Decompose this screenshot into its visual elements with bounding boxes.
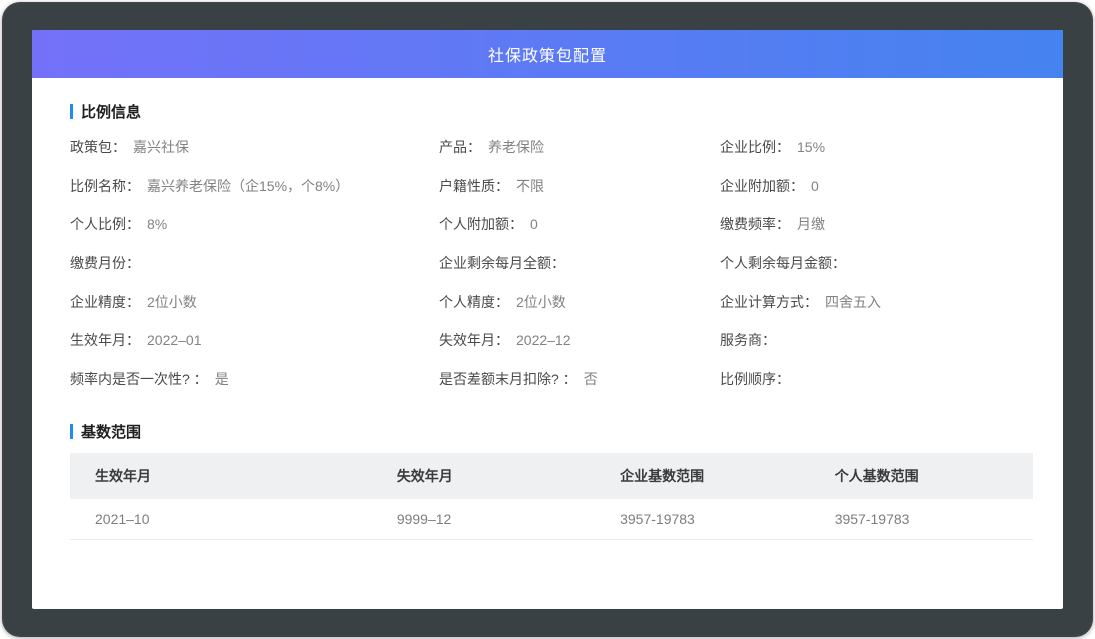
field-value: 2位小数 bbox=[147, 294, 197, 310]
field-label: 政策包： bbox=[70, 139, 126, 155]
dialog-content: 比例信息 政策包： 嘉兴社保 产品： 养老保险 企业比例： 15% 比例名称： 嘉兴养老… bbox=[32, 100, 1063, 540]
field-value: 0 bbox=[530, 216, 538, 232]
field-label: 频率内是否一次性? ： bbox=[70, 371, 208, 387]
field-value: 月缴 bbox=[797, 216, 825, 232]
cell-personal-base-range: 3957-19783 bbox=[810, 499, 1033, 540]
field-value: 否 bbox=[584, 371, 598, 387]
table-header-row: 生效年月 失效年月 企业基数范围 个人基数范围 bbox=[70, 453, 1033, 499]
field-label: 缴费月份： bbox=[70, 255, 140, 271]
cell-expiry-month: 9999–12 bbox=[372, 499, 595, 540]
section-accent-bar bbox=[70, 424, 73, 439]
field-label: 企业精度： bbox=[70, 294, 140, 310]
column-header-personal-base-range: 个人基数范围 bbox=[810, 453, 1033, 499]
field-company-surcharge: 企业附加额： 0 bbox=[720, 176, 1033, 196]
field-ratio-name: 比例名称： 嘉兴养老保险（企15%，个8%） bbox=[70, 176, 439, 196]
dialog-header: 社保政策包配置 bbox=[32, 30, 1063, 78]
field-value: 不限 bbox=[516, 178, 544, 194]
field-label: 失效年月： bbox=[439, 332, 509, 348]
ratio-info-form: 政策包： 嘉兴社保 产品： 养老保险 企业比例： 15% 比例名称： 嘉兴养老保险（企1… bbox=[70, 128, 1033, 398]
field-label: 个人精度： bbox=[439, 294, 509, 310]
field-product: 产品： 养老保险 bbox=[439, 137, 720, 157]
field-value: 2022–12 bbox=[516, 332, 571, 348]
field-deduct-diff-last-month: 是否差额末月扣除? ： 否 bbox=[439, 369, 720, 389]
field-service-provider: 服务商： bbox=[720, 330, 1033, 350]
field-value: 15% bbox=[797, 139, 825, 155]
field-payment-frequency: 缴费频率： 月缴 bbox=[720, 214, 1033, 234]
field-value: 嘉兴社保 bbox=[133, 139, 189, 155]
field-expiry-month: 失效年月： 2022–12 bbox=[439, 330, 720, 350]
field-value: 8% bbox=[147, 216, 167, 232]
field-value: 是 bbox=[215, 371, 229, 387]
field-label: 个人剩余每月金额： bbox=[720, 255, 846, 271]
section-accent-bar bbox=[70, 104, 73, 119]
base-range-table: 生效年月 失效年月 企业基数范围 个人基数范围 2021–10 9999–12 … bbox=[70, 453, 1033, 540]
cell-effective-month: 2021–10 bbox=[70, 499, 372, 540]
field-label: 个人比例： bbox=[70, 216, 140, 232]
field-label: 个人附加额： bbox=[439, 216, 523, 232]
field-value: 嘉兴养老保险（企15%，个8%） bbox=[147, 178, 349, 194]
field-personal-remaining-monthly-amount: 个人剩余每月金额： bbox=[720, 253, 1033, 273]
cell-company-base-range: 3957-19783 bbox=[595, 499, 810, 540]
section-title-text: 比例信息 bbox=[81, 101, 141, 122]
field-label: 产品： bbox=[439, 139, 481, 155]
field-value: 0 bbox=[811, 178, 819, 194]
field-once-per-frequency: 频率内是否一次性? ： 是 bbox=[70, 369, 439, 389]
field-effective-month: 生效年月： 2022–01 bbox=[70, 330, 439, 350]
field-value: 2位小数 bbox=[516, 294, 566, 310]
dialog-window: 社保政策包配置 比例信息 政策包： 嘉兴社保 产品： 养老保险 企业比例： 15% 比… bbox=[32, 30, 1063, 609]
field-company-remaining-monthly-full: 企业剩余每月全额： bbox=[439, 253, 720, 273]
field-label: 企业附加额： bbox=[720, 178, 804, 194]
device-frame: 社保政策包配置 比例信息 政策包： 嘉兴社保 产品： 养老保险 企业比例： 15% 比… bbox=[2, 2, 1093, 637]
field-personal-surcharge: 个人附加额： 0 bbox=[439, 214, 720, 234]
field-label: 是否差额末月扣除? ： bbox=[439, 371, 577, 387]
field-personal-ratio: 个人比例： 8% bbox=[70, 214, 439, 234]
field-label: 企业计算方式： bbox=[720, 294, 818, 310]
field-company-calc-method: 企业计算方式： 四舍五入 bbox=[720, 292, 1033, 312]
field-ratio-order: 比例顺序： bbox=[720, 369, 1033, 389]
section-header-ratio-info: 比例信息 bbox=[70, 100, 1033, 122]
field-label: 生效年月： bbox=[70, 332, 140, 348]
column-header-effective-month: 生效年月 bbox=[70, 453, 372, 499]
column-header-expiry-month: 失效年月 bbox=[372, 453, 595, 499]
table-row: 2021–10 9999–12 3957-19783 3957-19783 bbox=[70, 499, 1033, 540]
column-header-company-base-range: 企业基数范围 bbox=[595, 453, 810, 499]
field-value: 养老保险 bbox=[488, 139, 544, 155]
field-payment-month: 缴费月份： bbox=[70, 253, 439, 273]
field-policy-package: 政策包： 嘉兴社保 bbox=[70, 137, 439, 157]
field-label: 比例顺序： bbox=[720, 371, 790, 387]
field-label: 比例名称： bbox=[70, 178, 140, 194]
field-household-type: 户籍性质： 不限 bbox=[439, 176, 720, 196]
section-header-base-range: 基数范围 bbox=[70, 420, 1033, 442]
field-value: 四舍五入 bbox=[825, 294, 881, 310]
field-company-ratio: 企业比例： 15% bbox=[720, 137, 1033, 157]
field-company-precision: 企业精度： 2位小数 bbox=[70, 292, 439, 312]
field-label: 缴费频率： bbox=[720, 216, 790, 232]
field-personal-precision: 个人精度： 2位小数 bbox=[439, 292, 720, 312]
dialog-title: 社保政策包配置 bbox=[488, 42, 607, 66]
field-label: 户籍性质： bbox=[439, 178, 509, 194]
field-value: 2022–01 bbox=[147, 332, 202, 348]
field-label: 企业比例： bbox=[720, 139, 790, 155]
section-title-text: 基数范围 bbox=[81, 421, 141, 442]
field-label: 企业剩余每月全额： bbox=[439, 255, 565, 271]
field-label: 服务商： bbox=[720, 332, 776, 348]
